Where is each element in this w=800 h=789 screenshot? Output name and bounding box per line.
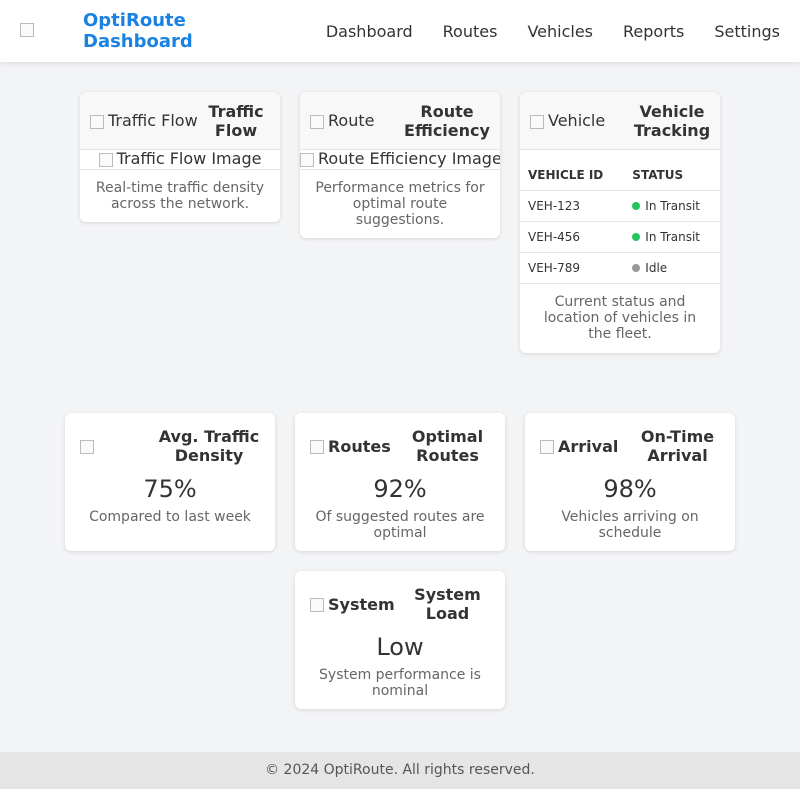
column-vehicle-id: VEHICLE ID bbox=[520, 160, 625, 191]
stat-description: Compared to last week bbox=[89, 509, 251, 525]
table-row[interactable]: VEH-456 In Transit bbox=[520, 221, 720, 253]
card-title: Route Efficiency bbox=[404, 101, 490, 140]
main-nav: Dashboard Routes Vehicles Reports Settin… bbox=[296, 0, 780, 62]
brand-title: OptiRoute Dashboard bbox=[83, 10, 193, 52]
vehicle-status: In Transit bbox=[624, 221, 720, 253]
arrival-icon: Arrival bbox=[540, 437, 635, 456]
stat-title: Avg. Traffic Density bbox=[158, 427, 260, 465]
traffic-flow-card: Traffic Flow Traffic Flow Traffic Flow I… bbox=[80, 92, 280, 222]
nav-dashboard[interactable]: Dashboard bbox=[326, 22, 413, 41]
stat-title: Optimal Routes bbox=[411, 427, 484, 465]
stat-description: Vehicles arriving on schedule bbox=[561, 509, 699, 541]
card-header: Route Route Efficiency bbox=[300, 92, 500, 150]
logo-image bbox=[20, 23, 34, 37]
vehicle-icon: Vehicle bbox=[520, 111, 624, 130]
vehicle-id: VEH-789 bbox=[520, 252, 625, 284]
card-description: Real-time traffic density across the net… bbox=[95, 180, 265, 212]
avg-traffic-density-card: Avg. Traffic Density 75% Compared to las… bbox=[65, 413, 275, 551]
table-row[interactable]: VEH-789 Idle bbox=[520, 252, 720, 284]
route-efficiency-card: Route Route Efficiency Route Efficiency … bbox=[300, 92, 500, 238]
stat-value: 75% bbox=[143, 475, 197, 503]
column-status: STATUS bbox=[624, 160, 720, 191]
traffic-flow-image: Traffic Flow Image bbox=[80, 150, 280, 170]
density-icon bbox=[80, 437, 158, 456]
top-header: OptiRoute Dashboard Dashboard Routes Veh… bbox=[0, 0, 800, 62]
optimal-routes-card: Routes Optimal Routes 92% Of suggested r… bbox=[295, 413, 505, 551]
route-icon: Route bbox=[300, 111, 394, 130]
nav-settings[interactable]: Settings bbox=[714, 22, 780, 41]
system-icon: System bbox=[310, 595, 405, 614]
stat-value: 92% bbox=[373, 475, 427, 503]
vehicle-id: VEH-123 bbox=[520, 190, 625, 222]
card-header: Vehicle Vehicle Tracking bbox=[520, 92, 720, 150]
status-dot-icon bbox=[632, 233, 641, 241]
system-load-card: System System Load Low System performanc… bbox=[295, 571, 505, 709]
card-header: Traffic Flow Traffic Flow bbox=[80, 92, 280, 150]
stat-title: On-Time Arrival bbox=[640, 427, 715, 465]
nav-reports[interactable]: Reports bbox=[623, 22, 684, 41]
vehicle-id: VEH-456 bbox=[520, 221, 625, 253]
card-description: Current status and location of vehicles … bbox=[543, 294, 697, 342]
stat-description: System performance is nominal bbox=[319, 667, 481, 699]
card-title: Traffic Flow bbox=[208, 101, 264, 140]
vehicle-tracking-card: Vehicle Vehicle Tracking VEHICLE ID STAT… bbox=[520, 92, 720, 353]
route-efficiency-image: Route Efficiency Image bbox=[300, 150, 500, 170]
footer: © 2024 OptiRoute. All rights reserved. bbox=[0, 752, 800, 789]
nav-routes[interactable]: Routes bbox=[443, 22, 498, 41]
stat-title: System Load bbox=[414, 585, 481, 623]
stat-description: Of suggested routes are optimal bbox=[315, 509, 485, 541]
traffic-icon: Traffic Flow bbox=[80, 111, 198, 130]
vehicle-status: Idle bbox=[624, 252, 720, 284]
nav-vehicles[interactable]: Vehicles bbox=[527, 22, 593, 41]
stat-value: 98% bbox=[603, 475, 657, 503]
vehicle-status: In Transit bbox=[624, 190, 720, 222]
on-time-arrival-card: Arrival On-Time Arrival 98% Vehicles arr… bbox=[525, 413, 735, 551]
table-row[interactable]: VEH-123 In Transit bbox=[520, 190, 720, 222]
status-dot-icon bbox=[632, 264, 641, 272]
stat-value: Low bbox=[376, 633, 424, 661]
card-title: Vehicle Tracking bbox=[633, 101, 711, 140]
vehicle-table: VEHICLE ID STATUS VEH-123 In Transit VEH… bbox=[520, 160, 720, 284]
status-dot-icon bbox=[632, 202, 641, 210]
routes-icon: Routes bbox=[310, 437, 405, 456]
card-description: Performance metrics for optimal route su… bbox=[315, 180, 485, 228]
